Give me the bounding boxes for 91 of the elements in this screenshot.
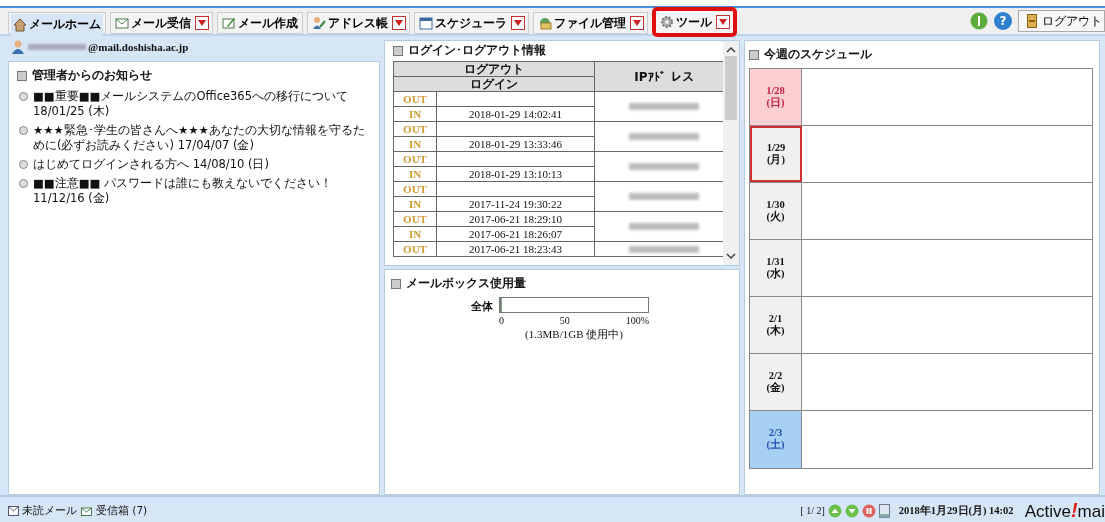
panel-title: メールボックス使用量 <box>406 276 526 291</box>
notice-link[interactable]: ■■重要■■メールシステムのOffice365への移行について 18/01/25 (木) <box>33 89 371 119</box>
house-icon <box>13 17 27 32</box>
day-cell[interactable]: 2/2 (金) <box>750 354 802 410</box>
inbox-link[interactable]: 受信箱 (7) <box>81 503 148 518</box>
dropdown-button[interactable] <box>195 16 209 30</box>
gear-icon <box>660 15 674 29</box>
tab[interactable]: アドレス帳 <box>310 14 390 32</box>
blurred-text <box>629 133 699 140</box>
scrollbar[interactable] <box>723 41 739 265</box>
chevron-up-icon[interactable] <box>726 47 736 53</box>
chevron-down-icon[interactable] <box>726 253 736 259</box>
tick-label: 50 <box>559 315 570 326</box>
user-icon <box>12 40 24 54</box>
tick-label: 100% <box>625 315 649 326</box>
table-cell: IN <box>393 136 437 152</box>
notice-link[interactable]: はじめてログインされる方へ 14/08/10 (日) <box>33 157 269 172</box>
envelope-icon <box>115 16 129 30</box>
header-cell: IPｱﾄﾞ レス <box>594 61 723 92</box>
app-logo: Active!mai <box>1024 499 1105 522</box>
blurred-text <box>629 163 699 170</box>
day-cell[interactable]: 1/31 (水) <box>750 240 802 296</box>
notice-link[interactable]: ■■注意■■ パスワードは誰にも教えないでください！ 11/12/16 (金) <box>33 176 371 206</box>
blurred-text <box>629 245 699 253</box>
day-cell[interactable]: 2/1 (木) <box>750 297 802 353</box>
email-address: @mail.doshisha.ac.jp <box>88 41 189 53</box>
day-cell[interactable]: 1/29 (月) <box>750 126 802 182</box>
table-cell: IN <box>393 166 437 182</box>
day-cell[interactable]: 1/30 (火) <box>750 183 802 239</box>
caret-icon <box>633 20 641 26</box>
table-cell: OUT <box>393 211 437 227</box>
blurred-text <box>629 223 699 230</box>
caret-icon <box>514 20 522 26</box>
tab[interactable]: スケジューラ <box>417 14 509 32</box>
table-cell: OUT <box>393 241 437 257</box>
tab[interactable]: ツール <box>658 13 714 31</box>
caret-icon <box>198 20 206 26</box>
usage-label: 全体 <box>471 299 493 315</box>
dropdown-button[interactable] <box>716 15 730 29</box>
notice-link[interactable]: ★★★緊急･学生の皆さんへ★★★あなたの大切な情報を守るために(必ずお読みください) 17/04/07 (金) <box>33 123 371 153</box>
table-cell: 2017-06-21 18:23:43 <box>436 241 595 257</box>
bullet-icon <box>19 179 28 188</box>
scroll-thumb[interactable] <box>725 56 737 120</box>
tab[interactable]: ファイル管理 <box>536 14 628 32</box>
info-icon[interactable] <box>970 12 988 30</box>
caret-icon <box>719 19 727 25</box>
tab[interactable]: メール作成 <box>220 14 300 32</box>
pause-button-icon[interactable] <box>861 503 876 518</box>
page-indicator: [ 1/ 2] <box>800 505 825 516</box>
table-cell: OUT <box>393 91 437 107</box>
square-icon <box>393 45 403 56</box>
bullet-icon <box>19 126 28 135</box>
person-icon <box>312 16 326 30</box>
panel-title: 今週のスケジュール <box>764 47 872 62</box>
bullet-icon <box>19 160 28 169</box>
header-cell: ログアウト <box>393 61 595 77</box>
date-time: 2018年1月29日(月) 14:02 <box>898 503 1014 518</box>
dropdown-button[interactable] <box>630 16 644 30</box>
panel-title: 管理者からのお知らせ <box>32 68 152 83</box>
table-cell: 2017-06-21 18:29:10 <box>436 211 595 227</box>
dropdown-button[interactable] <box>511 16 525 30</box>
table-cell: OUT <box>393 181 437 197</box>
day-cell[interactable]: 2/3 (土) <box>750 411 802 468</box>
unread-mail-link[interactable]: 未読メール <box>8 503 77 518</box>
logout-button[interactable]: ログアウト <box>1018 10 1105 32</box>
tick-label: 0 <box>499 315 504 326</box>
bullet-icon <box>19 92 28 101</box>
blurred-text <box>629 103 699 110</box>
envelope-icon <box>81 505 93 516</box>
table-cell: IN <box>393 226 437 242</box>
envelope-pencil-icon <box>222 16 236 30</box>
tab[interactable]: メール受信 <box>113 14 193 32</box>
day-cell[interactable]: 1/28 (日) <box>750 69 802 125</box>
panel-title: ログイン･ログアウト情報 <box>408 43 546 58</box>
calendar-icon <box>419 16 433 30</box>
table-cell: OUT <box>393 151 437 167</box>
table-cell: IN <box>393 196 437 212</box>
tab[interactable]: メールホーム <box>11 13 103 36</box>
caret-icon <box>395 20 403 26</box>
square-icon <box>749 49 759 60</box>
table-cell: IN <box>393 106 437 122</box>
square-icon <box>391 278 401 289</box>
table-cell: OUT <box>393 121 437 137</box>
square-icon <box>17 70 27 81</box>
usage-text: (1.3MB/1GB 使用中) <box>524 327 624 342</box>
envelope-icon <box>8 505 19 516</box>
blurred-text <box>629 193 699 200</box>
blurred-text <box>28 44 86 50</box>
dropdown-button[interactable] <box>392 16 406 30</box>
help-button[interactable]: ? <box>994 12 1012 30</box>
document-icon <box>878 503 890 518</box>
